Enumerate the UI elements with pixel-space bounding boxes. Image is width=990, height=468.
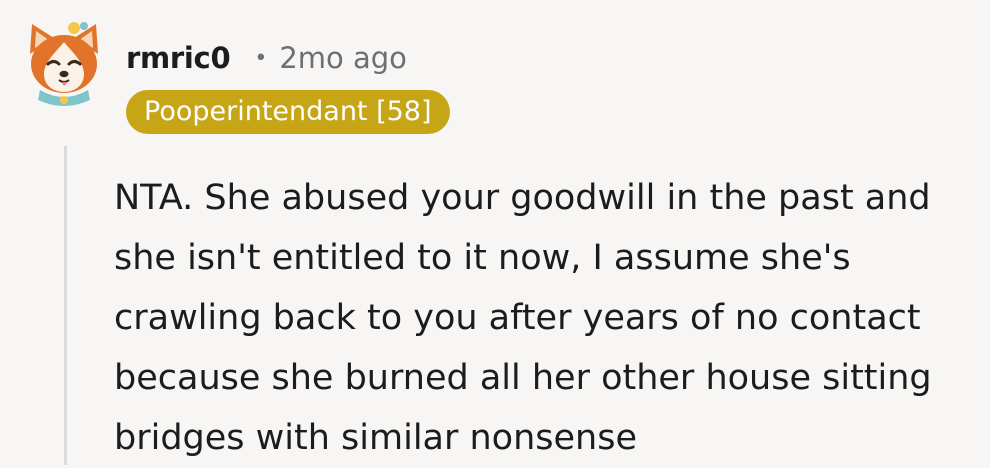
comment-body: NTA. She abused your goodwill in the pas…	[114, 178, 932, 458]
shiba-dog-avatar-icon	[30, 22, 98, 106]
comment-header: rmric0 • 2mo ago	[126, 38, 407, 78]
separator-dot: •	[254, 45, 268, 71]
thread-line[interactable]	[64, 146, 67, 465]
user-flair-badge: Pooperintendant [58]	[126, 90, 450, 134]
username-link[interactable]: rmric0	[126, 41, 231, 75]
user-avatar[interactable]	[18, 14, 110, 106]
timestamp[interactable]: 2mo ago	[279, 41, 407, 75]
